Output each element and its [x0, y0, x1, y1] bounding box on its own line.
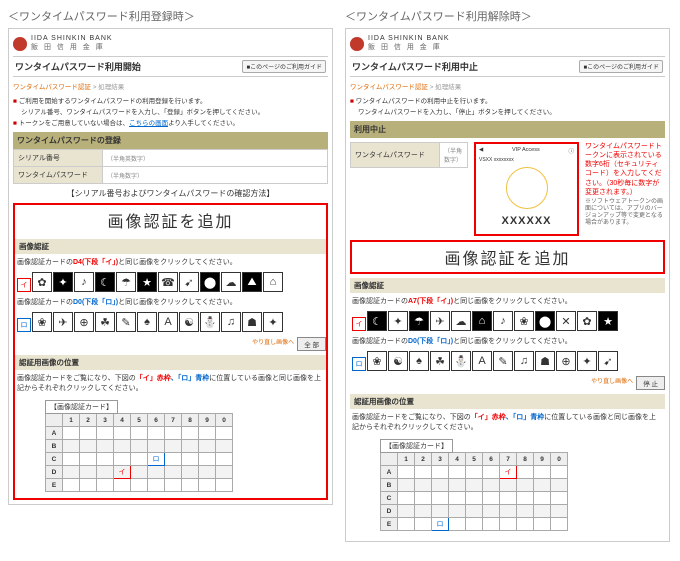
redo-link[interactable]: やり直し画像へ	[252, 337, 294, 351]
highlight-box: 画像認証を追加 画像認証 画像認証カードのD4(下段「イ」)と同じ画像をクリック…	[13, 203, 328, 500]
bank-logo: IIDA SHINKIN BANK 飯 田 信 用 金 庫	[13, 33, 328, 56]
breadcrumb: ワンタイムパスワード認証 > 処理結果	[13, 77, 328, 95]
all-button[interactable]: 全 部	[297, 337, 326, 351]
icon-row-b: ロ ❀✈⊕☘✎♠A☯⛄♫☗✦	[15, 310, 326, 334]
page-title: ワンタイムパスワード利用開始	[15, 60, 141, 73]
help-button[interactable]: ■このページのご利用ガイド	[242, 60, 326, 73]
position-grid: 1234567890 Aイ B C D Eロ	[380, 452, 568, 531]
apple-icon	[350, 37, 364, 51]
page-title: ワンタイムパスワード利用中止	[352, 60, 478, 73]
marker-i: イ	[17, 278, 31, 292]
stop-button[interactable]: 停 止	[636, 376, 665, 390]
auth-icon[interactable]: ✿	[32, 272, 52, 292]
right-panel: IIDA SHINKIN BANK 飯 田 信 用 金 庫 ワンタイムパスワード…	[345, 28, 670, 542]
token-preview: ◀VIP Accessⓘ VSXX xxxxxxxx XXXXXX	[474, 142, 579, 236]
callout: ワンタイムパスワードトークンに表示されている数字6桁（セキュリティコード）を入力…	[585, 142, 665, 197]
right-heading: ＜ワンタイムパスワード利用解除時＞	[345, 8, 670, 24]
position-grid: 1234567890 A B Cロ Dイ E	[45, 413, 233, 492]
apple-icon	[13, 37, 27, 51]
section-stop: 利用中止	[350, 121, 665, 138]
confirm-note: 【シリアル番号およびワンタイムパスワードの確認方法】	[13, 188, 328, 199]
section-register: ワンタイムパスワードの登録	[13, 132, 328, 149]
register-form: シリアル番号（半角英数字） ワンタイムパスワード（半角数字）	[13, 149, 328, 184]
redo-link[interactable]: やり直し画像へ	[591, 376, 633, 390]
left-panel: IIDA SHINKIN BANK 飯 田 信 用 金 庫 ワンタイムパスワード…	[8, 28, 333, 505]
token-link[interactable]: こちらの画面	[129, 120, 168, 127]
add-image-auth-banner: 画像認証を追加	[15, 205, 326, 235]
marker-ro: ロ	[17, 318, 31, 332]
icon-row-a: イ ✿✦♪☾☂★☎➹⬤☁⛰⌂	[15, 270, 326, 294]
help-button[interactable]: ■このページのご利用ガイド	[579, 60, 663, 73]
note: ■ ご利用を開始するワンタイムパスワードの利用登録を行います。	[13, 97, 328, 106]
add-image-auth-banner: 画像認証を追加	[350, 240, 665, 274]
left-heading: ＜ワンタイムパスワード利用登録時＞	[8, 8, 333, 24]
